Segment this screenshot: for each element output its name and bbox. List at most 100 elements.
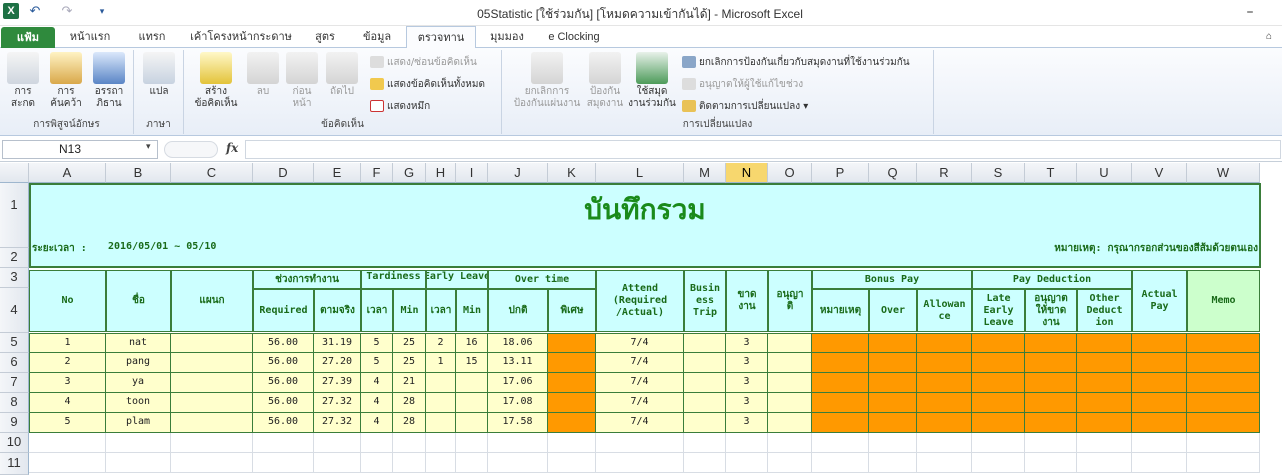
- column-header-n[interactable]: N: [726, 163, 768, 183]
- data-cell-k6[interactable]: [548, 353, 596, 373]
- data-cell-g9[interactable]: 28: [393, 413, 426, 433]
- empty-cell[interactable]: [29, 433, 106, 453]
- empty-cell[interactable]: [1187, 433, 1260, 453]
- data-cell-h5[interactable]: 2: [426, 333, 456, 353]
- data-cell-b9[interactable]: plam: [106, 413, 171, 433]
- empty-cell[interactable]: [596, 453, 684, 473]
- empty-cell[interactable]: [253, 453, 314, 473]
- excel-icon[interactable]: X: [3, 3, 19, 19]
- column-header-u[interactable]: U: [1077, 163, 1132, 183]
- empty-cell[interactable]: [171, 453, 253, 473]
- new-comment-button[interactable]: สร้าง ข้อคิดเห็น: [188, 52, 244, 110]
- data-cell-s6[interactable]: [972, 353, 1025, 373]
- spelling-button[interactable]: การ สะกด: [4, 52, 42, 110]
- data-cell-r6[interactable]: [917, 353, 972, 373]
- data-cell-q9[interactable]: [869, 413, 917, 433]
- row-header-3[interactable]: 3: [0, 268, 29, 288]
- data-cell-f6[interactable]: 5: [361, 353, 393, 373]
- allow-edit-ranges-button[interactable]: อนุญาตให้ผู้ใช้แก้ไขช่วง: [682, 76, 803, 94]
- unprotect-sheet-button[interactable]: ยกเลิกการ ป้องกันแผ่นงาน: [506, 52, 588, 110]
- data-cell-t7[interactable]: [1025, 373, 1077, 393]
- next-comment-button[interactable]: ถัดไป: [324, 52, 360, 98]
- column-header-e[interactable]: E: [314, 163, 361, 183]
- row-header-1[interactable]: 1: [0, 183, 29, 248]
- empty-cell[interactable]: [456, 453, 488, 473]
- show-all-comments-button[interactable]: แสดงข้อคิดเห็นทั้งหมด: [370, 76, 485, 94]
- data-cell-r8[interactable]: [917, 393, 972, 413]
- data-cell-v9[interactable]: [1132, 413, 1187, 433]
- data-cell-q7[interactable]: [869, 373, 917, 393]
- data-cell-i6[interactable]: 15: [456, 353, 488, 373]
- thesaurus-button[interactable]: อรรถา ภิธาน: [88, 52, 130, 110]
- data-cell-e9[interactable]: 27.32: [314, 413, 361, 433]
- data-cell-g7[interactable]: 21: [393, 373, 426, 393]
- data-cell-d7[interactable]: 56.00: [253, 373, 314, 393]
- protect-workbook-button[interactable]: ป้องกัน สมุดงาน: [586, 52, 624, 110]
- namebox-dropdown-icon[interactable]: ▾: [146, 142, 151, 152]
- show-hide-comment-button[interactable]: แสดง/ซ่อนข้อคิดเห็น: [370, 54, 477, 72]
- data-cell-v6[interactable]: [1132, 353, 1187, 373]
- data-cell-h7[interactable]: [426, 373, 456, 393]
- data-cell-m5[interactable]: [684, 333, 726, 353]
- empty-cell[interactable]: [917, 453, 972, 473]
- data-cell-k5[interactable]: [548, 333, 596, 353]
- empty-cell[interactable]: [314, 453, 361, 473]
- data-cell-a5[interactable]: 1: [29, 333, 106, 353]
- data-cell-v8[interactable]: [1132, 393, 1187, 413]
- data-cell-r5[interactable]: [917, 333, 972, 353]
- column-header-i[interactable]: I: [456, 163, 488, 183]
- empty-cell[interactable]: [684, 453, 726, 473]
- data-cell-g6[interactable]: 25: [393, 353, 426, 373]
- data-cell-s8[interactable]: [972, 393, 1025, 413]
- tab-insert[interactable]: แทรก: [127, 26, 177, 48]
- empty-cell[interactable]: [726, 433, 768, 453]
- data-cell-w9[interactable]: [1187, 413, 1260, 433]
- data-cell-i7[interactable]: [456, 373, 488, 393]
- data-cell-v5[interactable]: [1132, 333, 1187, 353]
- column-header-d[interactable]: D: [253, 163, 314, 183]
- empty-cell[interactable]: [684, 433, 726, 453]
- help-icon[interactable]: ⌂: [1258, 26, 1280, 48]
- data-cell-b7[interactable]: ya: [106, 373, 171, 393]
- column-header-s[interactable]: S: [972, 163, 1025, 183]
- data-cell-w6[interactable]: [1187, 353, 1260, 373]
- data-cell-o8[interactable]: [768, 393, 812, 413]
- data-cell-f7[interactable]: 4: [361, 373, 393, 393]
- data-cell-l5[interactable]: 7/4: [596, 333, 684, 353]
- data-cell-n8[interactable]: 3: [726, 393, 768, 413]
- empty-cell[interactable]: [361, 433, 393, 453]
- data-cell-n6[interactable]: 3: [726, 353, 768, 373]
- data-cell-h6[interactable]: 1: [426, 353, 456, 373]
- data-cell-t9[interactable]: [1025, 413, 1077, 433]
- data-cell-h9[interactable]: [426, 413, 456, 433]
- empty-cell[interactable]: [869, 433, 917, 453]
- qat-customize-icon[interactable]: ▾: [93, 3, 111, 21]
- data-cell-e7[interactable]: 27.39: [314, 373, 361, 393]
- data-cell-p6[interactable]: [812, 353, 869, 373]
- empty-cell[interactable]: [426, 453, 456, 473]
- data-cell-m9[interactable]: [684, 413, 726, 433]
- data-cell-w8[interactable]: [1187, 393, 1260, 413]
- data-cell-p7[interactable]: [812, 373, 869, 393]
- empty-cell[interactable]: [488, 453, 548, 473]
- empty-cell[interactable]: [548, 453, 596, 473]
- redo-icon[interactable]: ↷: [58, 3, 76, 21]
- empty-cell[interactable]: [726, 453, 768, 473]
- data-cell-j9[interactable]: 17.58: [488, 413, 548, 433]
- column-header-j[interactable]: J: [488, 163, 548, 183]
- empty-cell[interactable]: [253, 433, 314, 453]
- data-cell-r7[interactable]: [917, 373, 972, 393]
- data-cell-o5[interactable]: [768, 333, 812, 353]
- tab-file[interactable]: แฟ้ม: [1, 27, 55, 48]
- data-cell-b6[interactable]: pang: [106, 353, 171, 373]
- formula-input[interactable]: [245, 140, 1281, 159]
- data-cell-o6[interactable]: [768, 353, 812, 373]
- column-header-c[interactable]: C: [171, 163, 253, 183]
- row-header-4[interactable]: 4: [0, 288, 29, 333]
- data-cell-b5[interactable]: nat: [106, 333, 171, 353]
- data-cell-e6[interactable]: 27.20: [314, 353, 361, 373]
- show-ink-button[interactable]: แสดงหมึก: [370, 98, 430, 116]
- data-cell-l8[interactable]: 7/4: [596, 393, 684, 413]
- data-cell-l9[interactable]: 7/4: [596, 413, 684, 433]
- empty-cell[interactable]: [812, 453, 869, 473]
